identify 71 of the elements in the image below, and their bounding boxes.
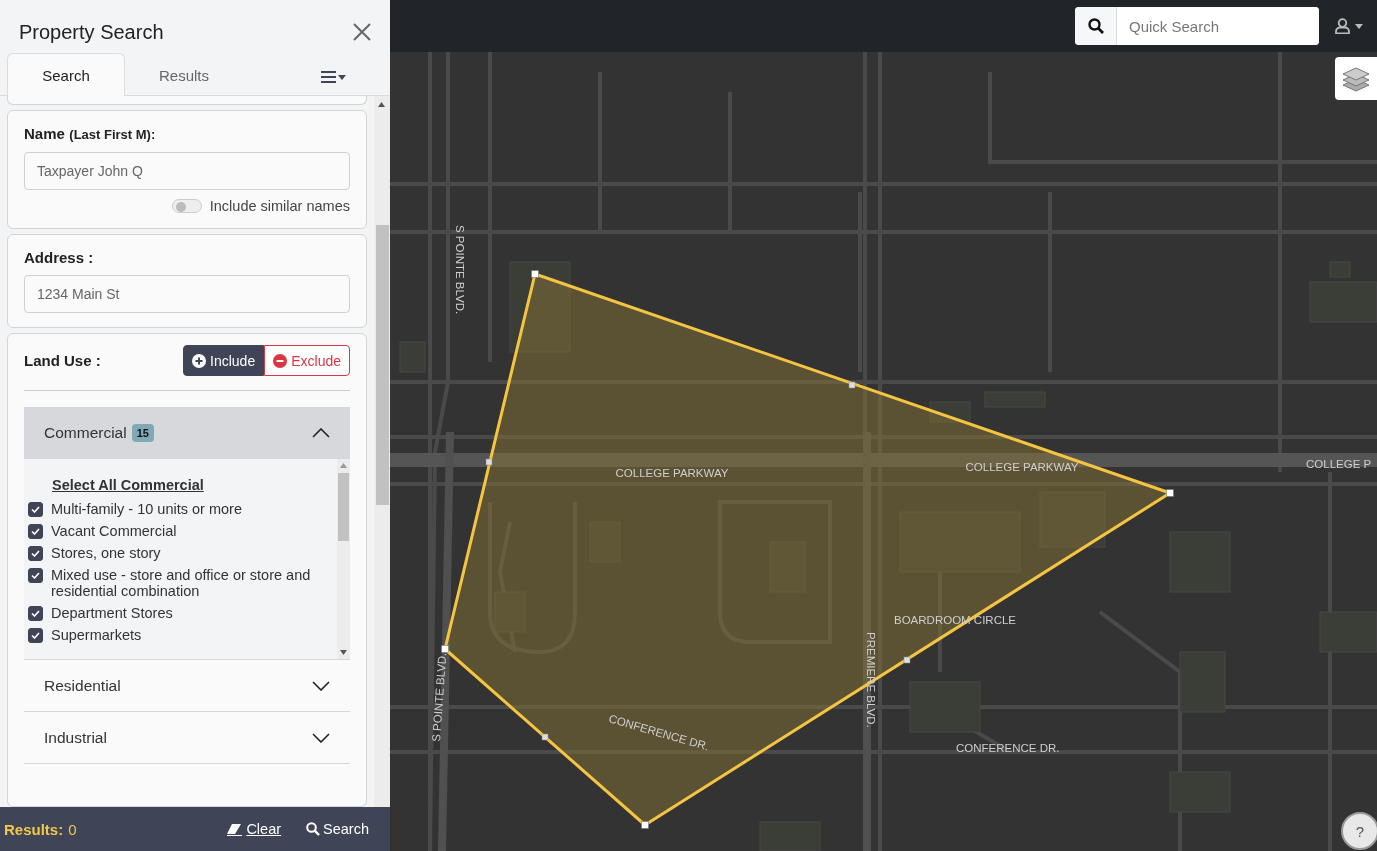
search-icon: [306, 822, 321, 836]
checkbox-label: Stores, one story: [51, 545, 161, 561]
checkbox-label: Vacant Commercial: [51, 523, 177, 539]
chevron-down-icon: [312, 732, 330, 743]
menu-button[interactable]: [321, 71, 346, 83]
caret-up-icon[interactable]: [378, 102, 385, 107]
user-menu-button[interactable]: [1335, 18, 1363, 34]
checkbox-label: Department Stores: [51, 605, 173, 621]
checkmark-icon: [31, 550, 40, 557]
chevron-up-icon: [312, 428, 330, 438]
help-button[interactable]: ?: [1341, 812, 1377, 850]
caret-down-icon: [338, 74, 346, 80]
street-label: PREMIERE BLVD.: [865, 632, 877, 728]
layers-button[interactable]: [1335, 57, 1377, 100]
checkbox-label: Supermarkets: [51, 627, 142, 643]
checkmark-icon: [31, 610, 40, 617]
results-count: 0: [68, 820, 77, 838]
caret-down-icon[interactable]: [340, 650, 347, 655]
checkmark-icon: [31, 506, 40, 513]
name-label: Name: [24, 125, 65, 142]
category-header[interactable]: Residential: [24, 660, 350, 712]
scrollbar[interactable]: [337, 459, 350, 659]
checkbox-label: Multi-family - 10 units or more: [51, 501, 242, 517]
name-format-hint: (Last First M):: [69, 127, 156, 142]
minus-circle-icon: [273, 353, 288, 368]
mode-toggle-button[interactable]: Include: [183, 345, 265, 376]
checkbox[interactable]: [28, 628, 43, 643]
eraser-icon: [226, 822, 244, 836]
quick-search-field[interactable]: Quick Search: [1075, 7, 1319, 45]
street-label: BOARDROOM CIRCLE: [894, 614, 1017, 626]
mode-toggle-button[interactable]: Exclude: [264, 345, 350, 376]
tab[interactable]: Search: [7, 53, 125, 96]
search-icon: [1087, 18, 1104, 34]
close-button[interactable]: [352, 22, 372, 42]
user-icon: [1335, 18, 1350, 34]
search-button[interactable]: Search: [306, 821, 369, 837]
checkbox[interactable]: [28, 502, 43, 517]
plus-circle-icon: [192, 353, 207, 368]
name-input-field[interactable]: Taxpayer John Q: [24, 152, 350, 190]
checkmark-icon: [31, 572, 40, 579]
street-label: S POINTE BLVD.: [430, 652, 449, 743]
street-label: COLLEGE PARKWAY: [965, 461, 1079, 473]
street-label: S POINTE BLVD.: [454, 225, 466, 315]
street-label: COLLEGE P: [1306, 458, 1372, 470]
checkbox[interactable]: [28, 524, 43, 539]
checkbox[interactable]: [28, 606, 43, 621]
results-label: Results:: [4, 820, 64, 838]
checkbox[interactable]: [28, 568, 43, 583]
street-label: CONFERENCE DR.: [956, 742, 1060, 754]
category-header[interactable]: Commercial 15: [24, 407, 350, 459]
menu-icon: [321, 71, 336, 83]
toggle-label: Include similar names: [209, 198, 350, 214]
clear-button[interactable]: Clear: [226, 821, 282, 837]
address-label: Address :: [24, 249, 95, 266]
address-input-field[interactable]: 1234 Main St: [24, 275, 350, 313]
checkmark-icon: [31, 528, 40, 535]
layers-icon: [1342, 65, 1370, 92]
count-badge: 15: [131, 424, 154, 442]
panel-title: Property Search: [19, 20, 164, 44]
chevron-down-icon: [312, 680, 330, 691]
land-use-label: Land Use :: [24, 352, 101, 369]
tab[interactable]: Results: [125, 54, 243, 96]
checkbox[interactable]: [28, 546, 43, 561]
street-label: COLLEGE PARKWAY: [615, 467, 729, 479]
checkmark-icon: [31, 632, 40, 639]
caret-down-icon: [1355, 23, 1363, 29]
checkbox-label: Mixed use - store and office or store and residential combination: [51, 567, 312, 599]
toggle-switch[interactable]: [171, 199, 202, 213]
select-all-link[interactable]: Select All Commercial: [52, 477, 204, 493]
scrollbar[interactable]: [374, 96, 390, 807]
category-header[interactable]: Industrial: [24, 712, 350, 764]
